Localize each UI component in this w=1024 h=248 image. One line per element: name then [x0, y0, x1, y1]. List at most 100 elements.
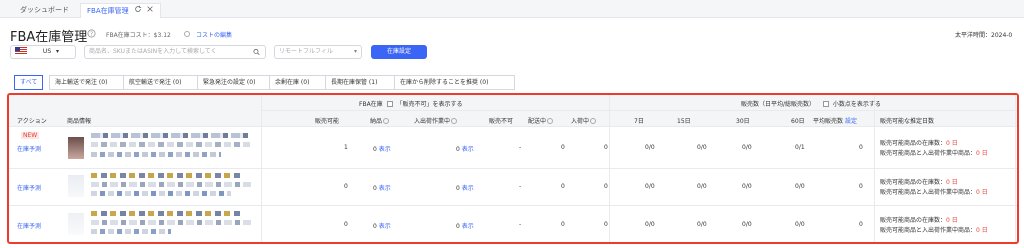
days-sellable-label: 販売可能商品の在庫数： [880, 140, 947, 147]
column-7d[interactable]: 7日 [634, 116, 644, 125]
tab-label: ダッシュボード [20, 6, 69, 14]
filter-excess-stock[interactable]: 余剰在庫 (0) [269, 75, 325, 90]
filter-sea-freight[interactable]: 海上輸送で発注 (0) [49, 75, 123, 90]
receiving-show-link[interactable]: 表示 [462, 223, 474, 230]
new-badge: NEW [21, 132, 40, 139]
shipping-value: 0 [561, 144, 565, 151]
average-sales-value: 0 [859, 221, 863, 228]
column-60d[interactable]: 60日 [791, 116, 805, 125]
info-icon[interactable] [590, 118, 597, 124]
inbound-show-link[interactable]: 表示 [379, 223, 391, 230]
incoming-value: 0 [604, 144, 608, 151]
sales-60d: 0/1 [795, 144, 805, 151]
column-sellable[interactable]: 販売可能 [315, 116, 339, 125]
inbound-show-link[interactable]: 表示 [379, 185, 391, 192]
marketplace-select[interactable]: US ▾ [10, 45, 76, 59]
product-thumbnail[interactable] [68, 175, 84, 197]
search-input[interactable]: 商品名、SKUまたはASINを入力して検索してく [84, 45, 266, 59]
receiving-count: 0 [456, 223, 460, 230]
filter-long-term-storage[interactable]: 長期在庫保管 (1) [325, 75, 394, 90]
filter-urgent-order[interactable]: 緊急発注の設定 (0) [197, 75, 269, 90]
show-unsellable-checkbox[interactable] [386, 101, 393, 107]
filter-recommend-removal[interactable]: 在庫から削除することを推奨 (0) [394, 75, 515, 90]
receiving-show-link[interactable]: 表示 [462, 185, 474, 192]
inbound-show-link[interactable]: 表示 [379, 146, 391, 153]
column-15d[interactable]: 15日 [677, 116, 691, 125]
product-name-redacted [91, 142, 251, 147]
days-sellable-value: 0 日 [946, 217, 958, 224]
days-sellable-value: 0 日 [946, 140, 958, 147]
average-sales-value: 0 [859, 144, 863, 151]
days-sellable-inbound: 販売可能商品と入出荷作業中商品：0 日 [880, 148, 988, 157]
cost-info-icon[interactable] [183, 30, 190, 38]
chevron-down-icon: ▾ [353, 48, 357, 55]
unsellable-value: - [519, 221, 522, 228]
receiving-value: 0 表示 [456, 183, 474, 192]
inbound-value: 0 表示 [373, 183, 391, 192]
inbound-value: 0 表示 [373, 221, 391, 230]
fulfillment-filter-select[interactable]: リモートフルフィル ▾ [274, 45, 362, 59]
receiving-value: 0 表示 [456, 221, 474, 230]
inbound-count: 0 [373, 146, 377, 153]
column-average-label: 平均販売数 [813, 118, 844, 125]
filter-all[interactable]: すべて [14, 75, 43, 90]
unsellable-value: - [519, 183, 522, 190]
filter-placeholder: リモートフルフィル [279, 48, 333, 55]
average-sales-value: 0 [859, 183, 863, 190]
svg-text:?: ? [90, 32, 93, 38]
column-estimated-days[interactable]: 販売可能な推定日数 [880, 116, 934, 125]
sales-30d: 0/0 [742, 221, 752, 228]
forecast-link[interactable]: 在庫予測 [17, 221, 41, 230]
column-incoming[interactable]: 入荷中 [571, 116, 597, 125]
average-setting-link[interactable]: 設定 [845, 118, 857, 125]
product-thumbnail[interactable] [68, 137, 84, 159]
column-shipping-label: 配送中 [528, 118, 547, 125]
days-sellable: 販売可能商品の在庫数：0 日 [880, 138, 958, 147]
incoming-value: 0 [604, 221, 608, 228]
days-sellable-inbound-label: 販売可能商品と入出荷作業中商品： [880, 150, 977, 157]
sales-group-label: 販売数（日平均/総販売数） [741, 101, 816, 108]
tab-fba-inventory[interactable]: FBA在庫管理 [80, 3, 162, 18]
forecast-link[interactable]: 在庫予測 [17, 144, 41, 153]
tab-dashboard[interactable]: ダッシュボード [14, 3, 75, 18]
product-sku-redacted [91, 229, 171, 234]
receiving-show-link[interactable]: 表示 [462, 146, 474, 153]
unsellable-value: - [519, 144, 522, 151]
column-receiving[interactable]: 入出荷作業中 [414, 116, 458, 125]
info-icon[interactable] [547, 118, 554, 124]
product-name-redacted [91, 220, 251, 225]
info-icon[interactable] [383, 118, 390, 124]
cost-edit-link[interactable]: コストの編集 [196, 30, 232, 39]
chevron-down-icon: ▾ [56, 48, 60, 55]
sales-group-header: 販売数（日平均/総販売数） 小数点を表示する [741, 99, 881, 108]
sales-15d: 0/0 [697, 144, 707, 151]
days-sellable: 販売可能商品の在庫数：0 日 [880, 177, 958, 186]
us-flag-icon [15, 47, 27, 54]
column-30d[interactable]: 30日 [736, 116, 750, 125]
info-icon[interactable] [451, 118, 458, 124]
forecast-link[interactable]: 在庫予測 [17, 183, 41, 192]
column-incoming-label: 入荷中 [571, 118, 590, 125]
column-unsellable[interactable]: 販売不可 [489, 116, 513, 125]
refresh-icon[interactable] [134, 5, 144, 15]
marketplace-value: US [42, 48, 52, 55]
sales-7d: 0/0 [645, 183, 655, 190]
product-thumbnail[interactable] [68, 213, 84, 235]
column-shipping[interactable]: 配送中 [528, 116, 554, 125]
close-icon[interactable] [146, 6, 154, 15]
show-decimal-checkbox[interactable] [822, 101, 829, 107]
inventory-settings-button[interactable]: 在庫設定 [371, 45, 427, 59]
sales-60d: 0/0 [795, 183, 805, 190]
search-icon[interactable] [253, 48, 260, 61]
product-name-redacted [91, 133, 251, 138]
column-action: アクション [17, 118, 47, 125]
product-name-redacted [91, 211, 241, 216]
days-sellable-inbound-value: 0 日 [976, 227, 988, 234]
column-inbound[interactable]: 納品 [370, 116, 390, 125]
filter-air-freight[interactable]: 航空輸送で発注 (0) [123, 75, 197, 90]
shipping-value: 0 [561, 221, 565, 228]
sales-7d: 0/0 [645, 144, 655, 151]
inbound-value: 0 表示 [373, 144, 391, 153]
receiving-count: 0 [456, 185, 460, 192]
help-icon[interactable]: ? [87, 29, 96, 40]
